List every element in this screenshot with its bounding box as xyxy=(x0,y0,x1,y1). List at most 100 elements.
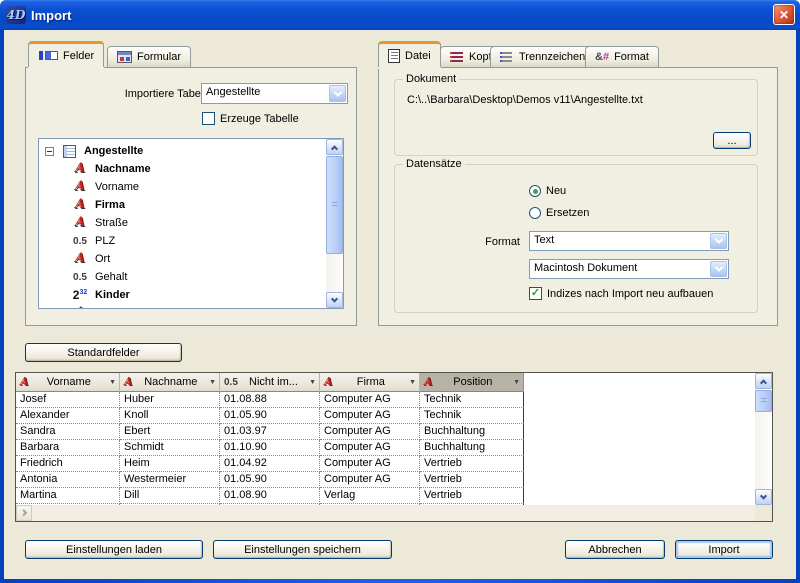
scroll-right-icon[interactable] xyxy=(16,505,32,521)
cell: Knoll xyxy=(120,408,220,424)
chevron-down-icon[interactable] xyxy=(329,85,346,102)
tree-item-plz[interactable]: 0.5 PLZ xyxy=(39,232,326,250)
tree-item-kinder[interactable]: 232 Kinder xyxy=(39,286,326,304)
scroll-down-icon[interactable] xyxy=(755,489,772,505)
tab-datei[interactable]: Datei xyxy=(378,41,441,67)
form-icon xyxy=(117,51,132,63)
import-table-select[interactable]: Angestellte xyxy=(201,83,348,104)
tree-item-nachname[interactable]: A Nachname xyxy=(39,160,326,178)
alpha-field-icon: A xyxy=(75,181,85,193)
chevron-down-icon[interactable] xyxy=(710,261,727,277)
cell: Friedrich xyxy=(16,456,120,472)
rebuild-indexes-checkbox[interactable]: ✓ Indizes nach Import neu aufbauen xyxy=(529,287,713,300)
encoding-value: Macintosh Dokument xyxy=(530,260,709,278)
table-row[interactable]: Josef Huber 01.08.88 Computer AG Technik xyxy=(16,392,526,408)
cell: 01.08.90 xyxy=(220,488,320,504)
cell: Martina xyxy=(16,488,120,504)
close-button[interactable]: ✕ xyxy=(773,4,795,25)
create-table-checkbox[interactable]: Erzeuge Tabelle xyxy=(202,112,299,125)
table-row[interactable]: Friedrich Heim 01.04.92 Computer AG Vert… xyxy=(16,456,526,472)
column-header-vorname[interactable]: A Vorname ▼ xyxy=(16,373,120,392)
scroll-down-icon[interactable] xyxy=(326,292,343,308)
cancel-button[interactable]: Abbrechen xyxy=(565,540,665,559)
tree-item-position[interactable]: A Position xyxy=(39,304,326,308)
save-settings-label: Einstellungen speichern xyxy=(244,544,361,556)
table-scroll-thumb[interactable] xyxy=(755,390,772,412)
column-header-position[interactable]: A Position ▼ xyxy=(420,373,524,392)
cell: Verlag xyxy=(320,488,420,504)
sort-arrow-icon[interactable]: ▼ xyxy=(309,379,316,386)
cell: Computer AG xyxy=(320,440,420,456)
radio-selected-icon[interactable] xyxy=(529,185,541,197)
tree-scroll-thumb[interactable] xyxy=(326,156,343,254)
table-vertical-scrollbar[interactable] xyxy=(755,373,772,505)
tree-item-vorname[interactable]: A Vorname xyxy=(39,178,326,196)
cell: 01.05.90 xyxy=(220,408,320,424)
table-horizontal-scrollbar[interactable] xyxy=(16,505,755,521)
table-row[interactable]: Martina Dill 01.08.90 Verlag Vertrieb xyxy=(16,488,526,504)
tree-item-strasse[interactable]: A Straße xyxy=(39,214,326,232)
cell: Computer AG xyxy=(320,424,420,440)
format-select[interactable]: Text xyxy=(529,231,729,251)
checkbox-unchecked[interactable] xyxy=(202,112,215,125)
tab-format[interactable]: &# Format xyxy=(585,46,659,67)
cell: 01.03.97 xyxy=(220,424,320,440)
radio-replace-label: Ersetzen xyxy=(546,207,589,219)
collapse-icon[interactable] xyxy=(45,147,54,156)
format-label: Format xyxy=(440,236,520,248)
check-icon: ✓ xyxy=(531,288,540,299)
tree-item-firma[interactable]: A Firma xyxy=(39,196,326,214)
table-row[interactable]: Alexander Knoll 01.05.90 Computer AG Tec… xyxy=(16,408,526,424)
alpha-field-icon: A xyxy=(124,376,133,388)
table-icon xyxy=(63,145,76,158)
tab-trennzeichen[interactable]: Trennzeichen xyxy=(490,46,595,67)
tab-formular[interactable]: Formular xyxy=(107,46,191,67)
checkbox-checked[interactable]: ✓ xyxy=(529,287,542,300)
tree-scrollbar[interactable] xyxy=(326,139,343,308)
radio-replace[interactable]: Ersetzen xyxy=(529,207,589,219)
column-header-nicht-importieren[interactable]: 0.5 Nicht im... ▼ xyxy=(220,373,320,392)
sort-arrow-icon[interactable]: ▼ xyxy=(109,379,116,386)
tree-item-gehalt[interactable]: 0.5 Gehalt xyxy=(39,268,326,286)
cell: Sandra xyxy=(16,424,120,440)
tree-item-label: Kinder xyxy=(95,289,130,301)
tree-item-ort[interactable]: A Ort xyxy=(39,250,326,268)
format-value: Text xyxy=(530,232,709,250)
load-settings-button[interactable]: Einstellungen laden xyxy=(25,540,203,559)
cell: Computer AG xyxy=(320,392,420,408)
browse-button[interactable]: ... xyxy=(713,132,751,149)
import-button[interactable]: Import xyxy=(675,540,773,559)
title-bar[interactable]: 4D Import ✕ xyxy=(0,0,800,30)
encoding-select[interactable]: Macintosh Dokument xyxy=(529,259,729,279)
cell: Computer AG xyxy=(320,408,420,424)
sort-arrow-icon[interactable]: ▼ xyxy=(409,379,416,386)
delimiter-icon xyxy=(500,51,514,63)
column-header-firma[interactable]: A Firma ▼ xyxy=(320,373,420,392)
sort-arrow-icon[interactable]: ▼ xyxy=(513,379,520,386)
column-label: Firma xyxy=(336,376,407,388)
alpha-field-icon: A xyxy=(75,307,85,308)
preview-table-header: A Vorname ▼ A Nachname ▼ 0.5 Nicht im...… xyxy=(16,373,524,392)
real-field-icon: 0.5 xyxy=(73,272,87,283)
radio-new[interactable]: Neu xyxy=(529,185,566,197)
cell: Westermeier xyxy=(120,472,220,488)
table-row[interactable]: Sandra Ebert 01.03.97 Computer AG Buchha… xyxy=(16,424,526,440)
column-label: Nachname xyxy=(136,376,207,388)
tree-root-angestellte[interactable]: Angestellte xyxy=(39,142,326,160)
standard-fields-button[interactable]: Standardfelder xyxy=(25,343,182,362)
tab-felder[interactable]: Felder xyxy=(28,41,104,67)
tree-item-label: Nachname xyxy=(95,163,151,175)
table-row[interactable]: Antonia Westermeier 01.05.90 Computer AG… xyxy=(16,472,526,488)
chevron-down-icon[interactable] xyxy=(710,233,727,249)
save-settings-button[interactable]: Einstellungen speichern xyxy=(213,540,392,559)
radio-unselected-icon[interactable] xyxy=(529,207,541,219)
scroll-up-icon[interactable] xyxy=(326,139,343,155)
sort-arrow-icon[interactable]: ▼ xyxy=(209,379,216,386)
tab-trennzeichen-label: Trennzeichen xyxy=(519,51,585,63)
column-header-nachname[interactable]: A Nachname ▼ xyxy=(120,373,220,392)
column-label: Vorname xyxy=(32,376,107,388)
records-group: Datensätze Neu Ersetzen Format Text Maci… xyxy=(394,164,758,313)
scroll-up-icon[interactable] xyxy=(755,373,772,389)
alpha-field-icon: A xyxy=(75,163,85,175)
table-row[interactable]: Barbara Schmidt 01.10.90 Computer AG Buc… xyxy=(16,440,526,456)
